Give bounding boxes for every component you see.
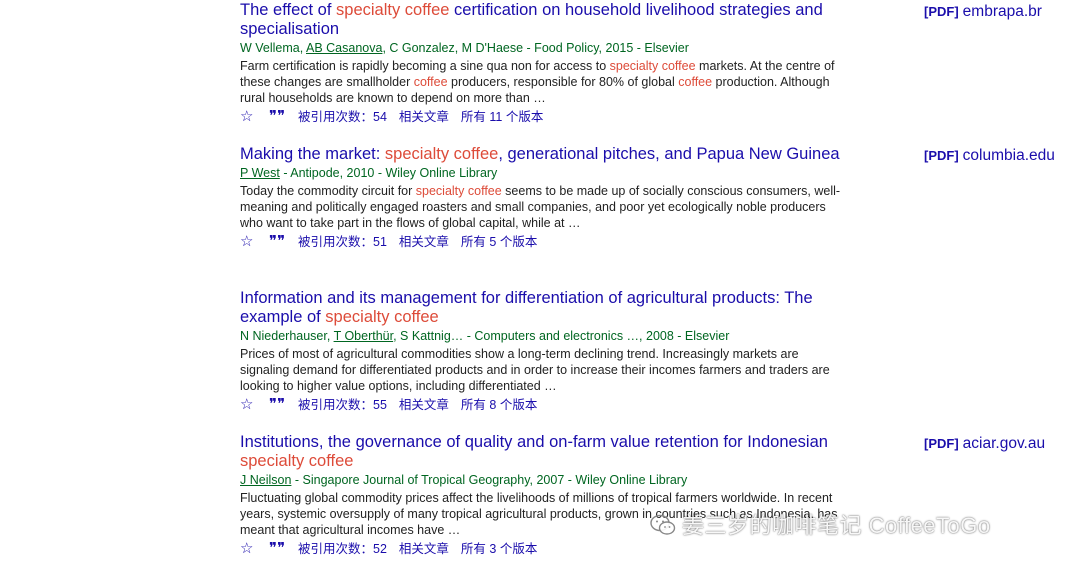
result-snippet: Today the commodity circuit for specialt… xyxy=(240,184,841,230)
search-result: Information and its management for diffe… xyxy=(240,289,850,413)
quote-icon[interactable]: ❞❞ xyxy=(269,541,285,557)
star-outline-icon[interactable]: ☆ xyxy=(240,109,256,125)
pdf-link[interactable]: [PDF] aciar.gov.au xyxy=(924,435,1045,453)
all-versions-link[interactable]: 所有 11 个版本 xyxy=(461,110,543,124)
result-authors: P West - Antipode, 2010 - Wiley Online L… xyxy=(240,166,498,180)
author-link[interactable]: AB Casanova xyxy=(306,41,382,55)
search-result: Making the market: specialty coffee, gen… xyxy=(240,145,850,250)
result-authors: N Niederhauser, T Oberthür, S Kattnig… -… xyxy=(240,329,730,343)
pdf-link[interactable]: [PDF] columbia.edu xyxy=(924,147,1055,165)
result-actions: ☆ ❞❞ 被引用次数：55 相关文章 所有 8 个版本 xyxy=(240,397,850,413)
pdf-link[interactable]: [PDF] embrapa.br xyxy=(924,3,1042,21)
cited-by-link[interactable]: 被引用次数：52 xyxy=(298,542,387,556)
cited-by-link[interactable]: 被引用次数：51 xyxy=(298,235,387,249)
result-title-link[interactable]: The effect of specialty coffee certifica… xyxy=(240,1,850,39)
result-title-link[interactable]: Information and its management for diffe… xyxy=(240,289,850,327)
result-snippet: Prices of most of agricultural commoditi… xyxy=(240,347,830,393)
result-snippet: Farm certification is rapidly becoming a… xyxy=(240,59,835,105)
search-result: The effect of specialty coffee certifica… xyxy=(240,1,850,125)
all-versions-link[interactable]: 所有 3 个版本 xyxy=(461,542,537,556)
cited-by-link[interactable]: 被引用次数：54 xyxy=(298,110,387,124)
all-versions-link[interactable]: 所有 5 个版本 xyxy=(461,235,537,249)
author-link[interactable]: T Oberthür xyxy=(334,329,394,343)
result-actions: ☆ ❞❞ 被引用次数：52 相关文章 所有 3 个版本 xyxy=(240,541,850,557)
quote-icon[interactable]: ❞❞ xyxy=(269,397,285,413)
result-title-link[interactable]: Making the market: specialty coffee, gen… xyxy=(240,145,850,164)
cited-by-link[interactable]: 被引用次数：55 xyxy=(298,398,387,412)
result-actions: ☆ ❞❞ 被引用次数：54 相关文章 所有 11 个版本 xyxy=(240,109,850,125)
result-authors: J Neilson - Singapore Journal of Tropica… xyxy=(240,473,688,487)
star-outline-icon[interactable]: ☆ xyxy=(240,541,256,557)
result-actions: ☆ ❞❞ 被引用次数：51 相关文章 所有 5 个版本 xyxy=(240,234,850,250)
quote-icon[interactable]: ❞❞ xyxy=(269,109,285,125)
wechat-logo-icon xyxy=(650,514,676,535)
related-articles-link[interactable]: 相关文章 xyxy=(399,235,449,249)
related-articles-link[interactable]: 相关文章 xyxy=(399,542,449,556)
watermark: 姜三岁的咖啡笔记 CoffeeToGo xyxy=(650,508,991,540)
all-versions-link[interactable]: 所有 8 个版本 xyxy=(461,398,537,412)
star-outline-icon[interactable]: ☆ xyxy=(240,234,256,250)
author-link[interactable]: J Neilson xyxy=(240,473,291,487)
quote-icon[interactable]: ❞❞ xyxy=(269,234,285,250)
related-articles-link[interactable]: 相关文章 xyxy=(399,398,449,412)
related-articles-link[interactable]: 相关文章 xyxy=(399,110,449,124)
star-outline-icon[interactable]: ☆ xyxy=(240,397,256,413)
result-authors: W Vellema, AB Casanova, C Gonzalez, M D'… xyxy=(240,41,689,55)
author-link[interactable]: P West xyxy=(240,166,280,180)
result-title-link[interactable]: Institutions, the governance of quality … xyxy=(240,433,850,471)
